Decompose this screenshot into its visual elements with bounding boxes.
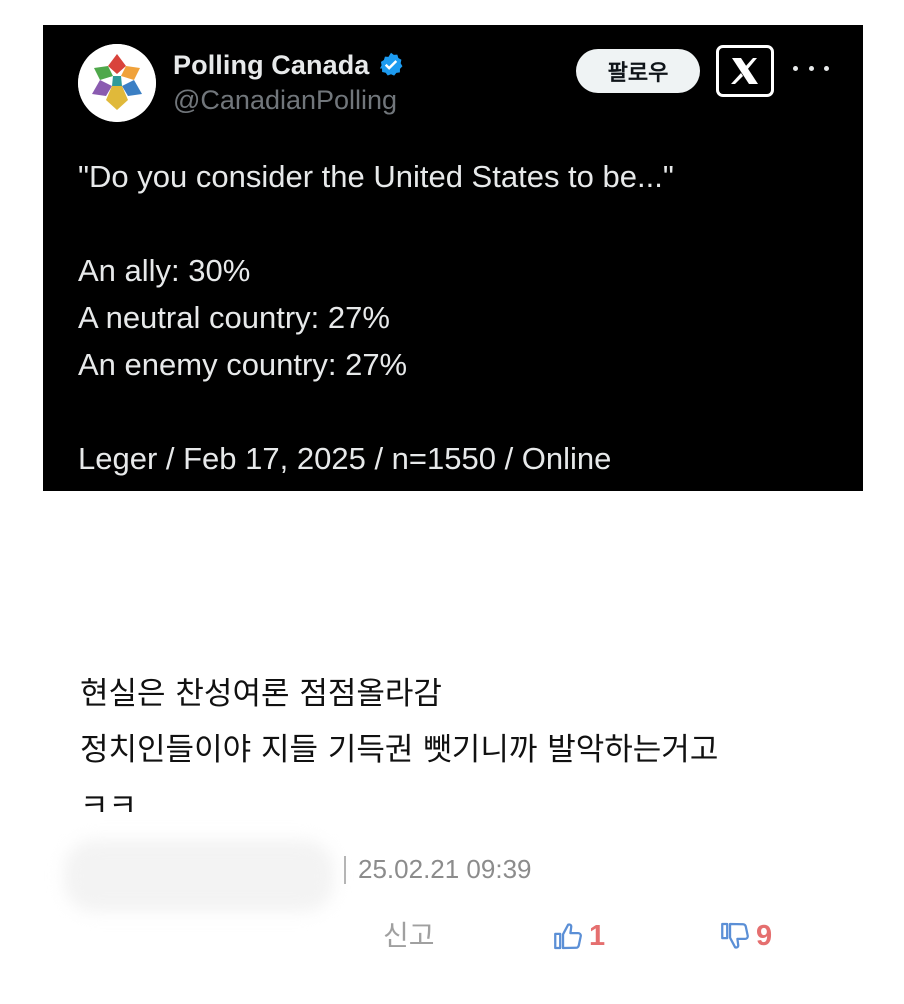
comment-meta: 25.02.21 09:39 xyxy=(344,854,532,885)
dislike-button[interactable]: 9 xyxy=(718,914,772,958)
follow-button[interactable]: 팔로우 xyxy=(576,49,700,93)
author-name-row: Polling Canada xyxy=(173,47,405,83)
comment-line: 현실은 찬성여론 점점올라감 xyxy=(80,676,442,712)
comment-actions: 신고 1 9 xyxy=(0,914,904,958)
tweet-line-enemy: An enemy country: 27% xyxy=(78,347,408,382)
avatar[interactable] xyxy=(78,44,156,122)
like-button[interactable]: 1 xyxy=(551,914,605,958)
thumbs-up-icon xyxy=(554,923,582,950)
more-icon[interactable] xyxy=(793,53,829,83)
thumbs-down-icon xyxy=(721,922,749,949)
page: Polling Canada @CanadianPolling 팔로우 "Do … xyxy=(0,0,904,1004)
comment-timestamp: 25.02.21 09:39 xyxy=(358,854,532,884)
tweet-line-ally: An ally: 30% xyxy=(78,253,251,288)
avatar-logo xyxy=(78,44,156,122)
handle[interactable]: @CanadianPolling xyxy=(173,85,397,116)
tweet-line-question: "Do you consider the United States to be… xyxy=(78,159,674,194)
verified-badge-icon xyxy=(380,52,403,76)
comment-body: 현실은 찬성여론 점점올라감 정치인들이야 지들 기득권 뺏기니까 발악하는거고… xyxy=(80,666,880,812)
tweet-text: "Do you consider the United States to be… xyxy=(78,153,838,482)
dislike-count: 9 xyxy=(756,919,773,952)
blurred-author-name xyxy=(64,840,334,912)
like-count: 1 xyxy=(589,919,606,952)
display-name[interactable]: Polling Canada xyxy=(173,50,369,81)
comment-line: 정치인들이야 지들 기득권 뺏기니까 발악하는거고 xyxy=(80,732,719,768)
meta-divider xyxy=(344,855,346,884)
report-button[interactable]: 신고 xyxy=(383,914,435,958)
x-logo-icon[interactable] xyxy=(716,45,774,97)
embedded-tweet: Polling Canada @CanadianPolling 팔로우 "Do … xyxy=(43,25,863,491)
comment-line: ㅋㅋ xyxy=(80,788,138,812)
tweet-line-neutral: A neutral country: 27% xyxy=(78,300,390,335)
tweet-line-source: Leger / Feb 17, 2025 / n=1550 / Online xyxy=(78,441,612,476)
